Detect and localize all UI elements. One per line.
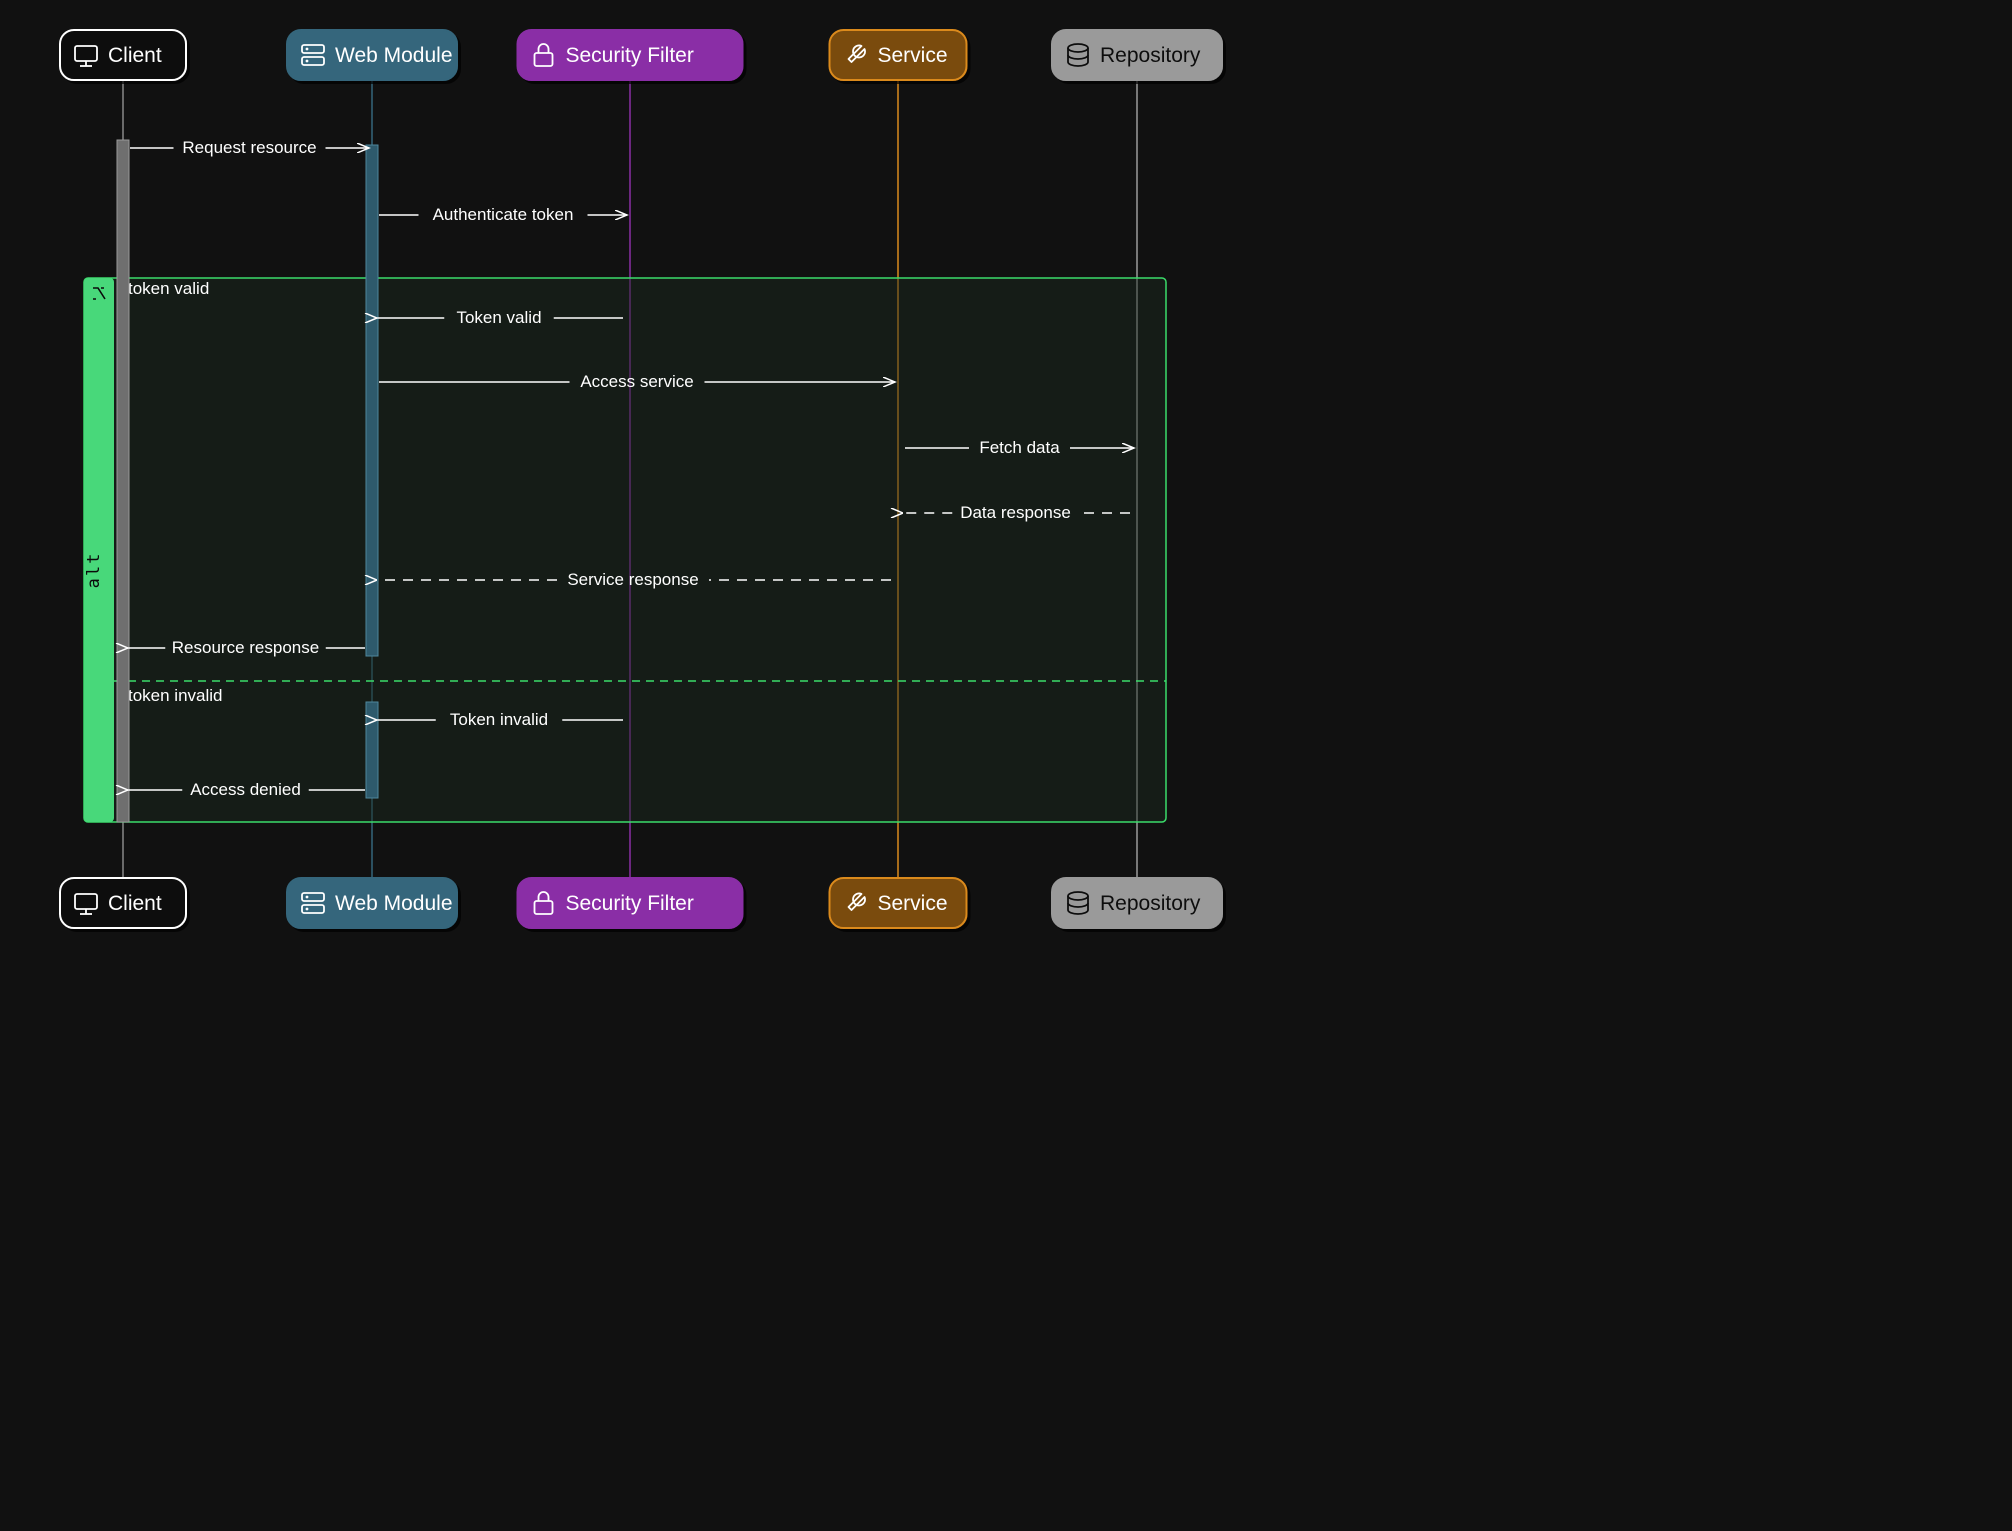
participant-repository: Repository: [1052, 878, 1222, 928]
message-label: Access denied: [190, 780, 301, 799]
sequence-diagram: alt token valid token invalid Request reso…: [0, 0, 1251, 952]
participant-label: Security Filter: [566, 44, 694, 67]
participant-label: Repository: [1100, 892, 1201, 915]
alt-option1-label: token valid: [128, 279, 209, 298]
participant-security: Security Filter: [518, 30, 743, 80]
participant-security: Security Filter: [518, 878, 743, 928]
participant-label: Client: [108, 44, 162, 67]
message-m1: Request resource: [130, 138, 369, 157]
participant-web: Web Module: [287, 878, 457, 928]
message-label: Token invalid: [450, 710, 548, 729]
participant-service: Service: [830, 878, 967, 928]
participant-label: Service: [878, 892, 948, 915]
message-label: Authenticate token: [433, 205, 574, 224]
message-label: Request resource: [182, 138, 316, 157]
participant-web: Web Module: [287, 30, 457, 80]
alt-frame: [84, 278, 1166, 822]
message-label: Data response: [960, 503, 1071, 522]
message-label: Fetch data: [979, 438, 1060, 457]
participant-client: Client: [60, 30, 186, 80]
alt-option2-label: token invalid: [128, 686, 223, 705]
participant-label: Client: [108, 892, 162, 915]
activation-client: [117, 140, 129, 822]
participant-service: Service: [830, 30, 967, 80]
participant-label: Service: [878, 44, 948, 67]
message-m2: Authenticate token: [379, 205, 627, 224]
alt-tab: [84, 278, 114, 822]
participant-label: Web Module: [335, 892, 453, 915]
participant-label: Repository: [1100, 44, 1201, 67]
participant-client: Client: [60, 878, 186, 928]
message-label: Access service: [580, 372, 693, 391]
participant-label: Security Filter: [566, 892, 694, 915]
message-label: Service response: [567, 570, 698, 589]
activation-web: [366, 702, 378, 798]
participant-repository: Repository: [1052, 30, 1222, 80]
participant-label: Web Module: [335, 44, 453, 67]
message-label: Token valid: [456, 308, 541, 327]
alt-label: alt: [84, 552, 104, 589]
message-label: Resource response: [172, 638, 319, 657]
